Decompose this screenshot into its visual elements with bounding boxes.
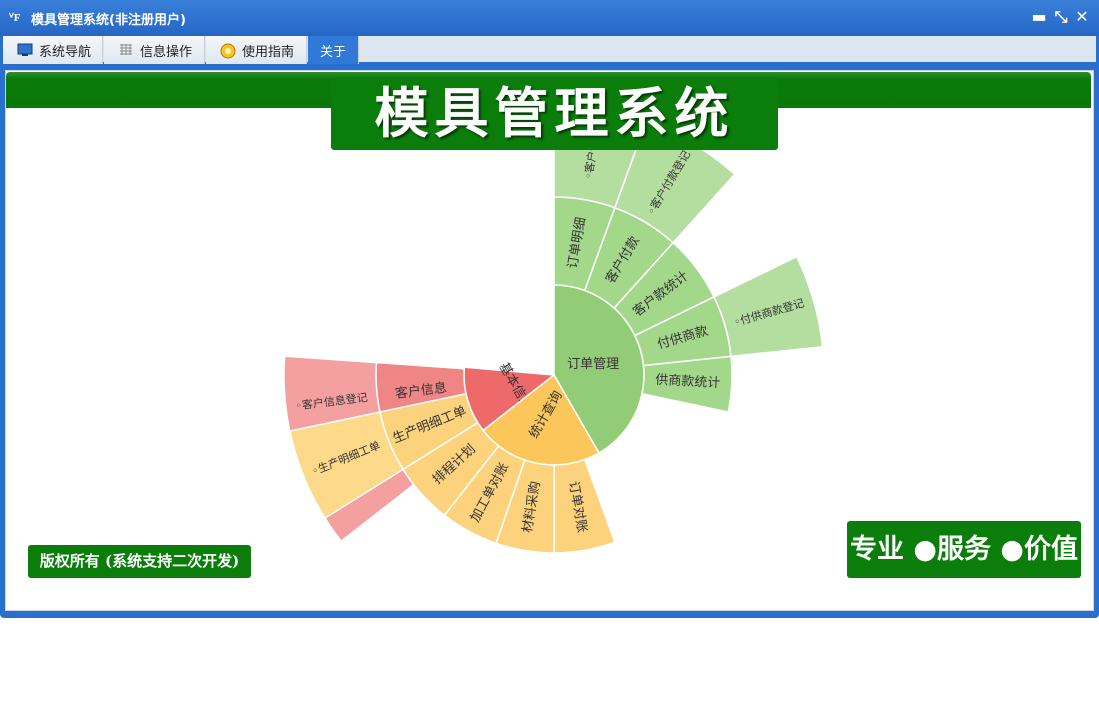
monitor-icon — [17, 43, 33, 57]
tab-info-ops[interactable]: 信息操作 — [104, 36, 205, 64]
tab-user-guide[interactable]: 使用指南 — [206, 36, 307, 64]
grid-icon — [118, 43, 134, 57]
tab-about[interactable]: 关于 — [308, 36, 359, 64]
slogan-badge: 专业 ●服务 ●价值 — [847, 521, 1081, 578]
tab-label: 使用指南 — [242, 44, 295, 60]
help-icon — [220, 43, 236, 59]
menu-tab-bar: 系统导航 信息操作 使用指南 关于 — [3, 36, 1096, 65]
module-sunburst: 基本信息订单管理统计查询客户信息供商信息◦客户信息登记◦供商信息登记订单明细客户… — [283, 150, 824, 554]
sunburst-label: 订单管理 — [567, 357, 619, 372]
restore-button[interactable]: ⤡ — [1052, 8, 1070, 26]
app-logo-icon: ⱽF — [9, 12, 21, 24]
window-title: 模具管理系统(非注册用户) — [31, 13, 186, 28]
title-bar[interactable]: ⱽF 模具管理系统(非注册用户) ▬ ⤡ ✕ — [0, 0, 1099, 36]
system-banner: 模具管理系统 — [331, 78, 778, 150]
tab-label: 关于 — [319, 44, 346, 60]
tab-label: 系统导航 — [39, 44, 92, 60]
tab-system-nav[interactable]: 系统导航 — [3, 36, 103, 64]
app-window: ⱽF 模具管理系统(非注册用户) ▬ ⤡ ✕ 系统导航 信息操作 使用指南 关于 — [0, 0, 1099, 618]
close-button[interactable]: ✕ — [1073, 8, 1091, 26]
copyright-badge: 版权所有 (系统支持二次开发) — [28, 545, 251, 578]
tab-label: 信息操作 — [140, 44, 193, 60]
minimize-button[interactable]: ▬ — [1030, 8, 1048, 26]
